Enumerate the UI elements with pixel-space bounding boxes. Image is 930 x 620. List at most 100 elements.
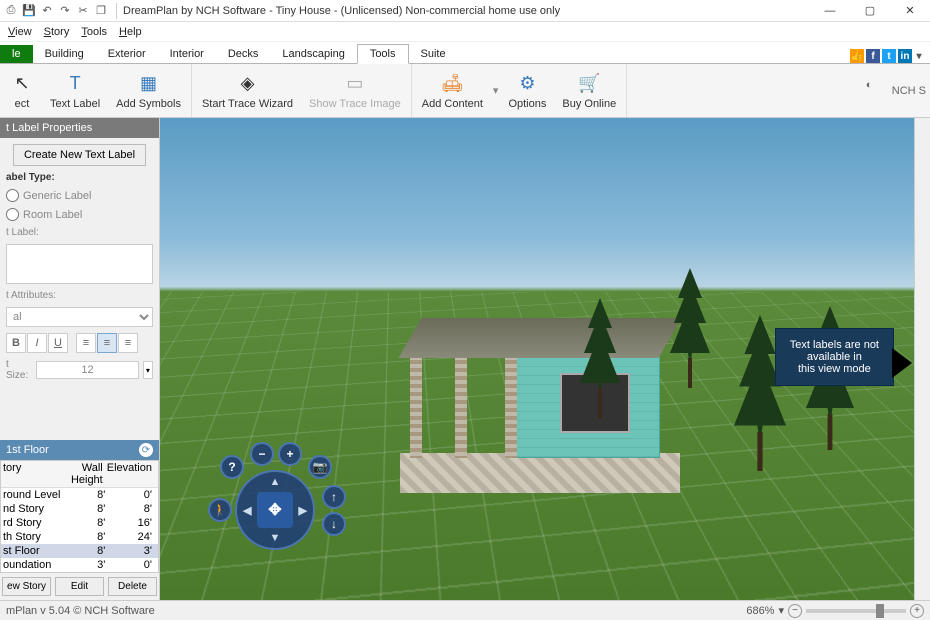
nav-zoom-out-button[interactable]: − (250, 442, 274, 466)
cart-icon: 🛒 (577, 72, 601, 96)
tab-tools[interactable]: Tools (357, 44, 409, 64)
tab-suite[interactable]: Suite (409, 45, 458, 63)
text-label-button[interactable]: TText Label (42, 64, 108, 117)
add-content-icon: 🛋 (440, 72, 464, 96)
add-symbols-button[interactable]: ▦Add Symbols (108, 64, 189, 117)
zoom-slider[interactable] (806, 609, 906, 613)
view-mode-tooltip: Text labels are not available in this vi… (775, 328, 894, 386)
print-icon[interactable]: ⎙ (4, 4, 18, 18)
table-row[interactable]: st Floor8'3' (1, 544, 158, 558)
like-icon[interactable]: 👍 (850, 49, 864, 63)
nch-icon: ◐ (866, 79, 890, 103)
zoom-dropdown-icon[interactable]: ▾ (778, 604, 784, 617)
underline-button[interactable]: U (48, 333, 68, 353)
trace-wizard-icon: ◈ (236, 72, 260, 96)
tab-file[interactable]: le (0, 45, 33, 63)
zoom-out-button[interactable]: − (788, 604, 802, 618)
options-button[interactable]: ⚙Options (500, 64, 554, 117)
col-elev: Elevation (107, 462, 156, 486)
save-icon[interactable]: 💾 (22, 4, 36, 18)
cursor-icon: ↖ (10, 72, 34, 96)
tooltip-arrow-icon (892, 348, 912, 378)
ribbon-toolbar: ↖ect TText Label ▦Add Symbols ◈Start Tra… (0, 64, 930, 118)
tab-building[interactable]: Building (33, 45, 96, 63)
col-story: tory (3, 462, 61, 486)
tab-decks[interactable]: Decks (216, 45, 271, 63)
table-row[interactable]: rd Story8'16' (1, 516, 158, 530)
sync-icon[interactable]: ⟳ (139, 443, 153, 457)
table-row[interactable]: nd Story8'8' (1, 502, 158, 516)
attributes-heading: t Attributes: (6, 290, 153, 301)
buy-online-button[interactable]: 🛒Buy Online (554, 64, 624, 117)
redo-icon[interactable]: ↷ (58, 4, 72, 18)
label-text-input[interactable] (6, 244, 153, 284)
tab-landscaping[interactable]: Landscaping (270, 45, 356, 63)
align-left-button[interactable]: ≡ (76, 333, 96, 353)
options-icon: ⚙ (515, 72, 539, 96)
zoom-in-button[interactable]: + (910, 604, 924, 618)
dropdown-icon[interactable]: ▾ (491, 84, 501, 97)
tree-model (670, 268, 710, 388)
nav-up-button[interactable]: ↑ (322, 485, 346, 509)
add-content-button[interactable]: 🛋Add Content (414, 64, 491, 117)
minimize-button[interactable]: — (810, 0, 850, 22)
divider (116, 3, 117, 19)
nav-down-button[interactable]: ↓ (322, 512, 346, 536)
align-right-button[interactable]: ≡ (118, 333, 138, 353)
delete-story-button[interactable]: Delete (108, 577, 157, 596)
select-button[interactable]: ↖ect (2, 64, 42, 117)
linkedin-icon[interactable]: in (898, 49, 912, 63)
nav-zoom-in-button[interactable]: + (278, 442, 302, 466)
generic-label-radio[interactable] (6, 189, 19, 202)
start-trace-button[interactable]: ◈Start Trace Wizard (194, 64, 301, 117)
window-title: DreamPlan by NCH Software - Tiny House -… (121, 5, 810, 17)
room-label-text: Room Label (23, 209, 82, 221)
create-new-label-button[interactable]: Create New Text Label (13, 144, 146, 166)
status-bar: mPlan v 5.04 © NCH Software 686% ▾ − + (0, 600, 930, 620)
new-story-button[interactable]: ew Story (2, 577, 51, 596)
nav-walk-button[interactable]: 🚶 (208, 498, 232, 522)
table-row[interactable]: round Level8'0' (1, 488, 158, 502)
undo-icon[interactable]: ↶ (40, 4, 54, 18)
tab-interior[interactable]: Interior (158, 45, 216, 63)
generic-label-text: Generic Label (23, 190, 92, 202)
nav-pan-control[interactable]: ▲ ▼ ◀ ▶ ✥ (235, 470, 315, 550)
copy-icon[interactable]: ❐ (94, 4, 108, 18)
story-panel-header[interactable]: 1st Floor ⟳ (0, 440, 159, 460)
table-row[interactable]: th Story8'24' (1, 530, 158, 544)
menu-view[interactable]: View (8, 26, 32, 38)
close-button[interactable]: ✕ (890, 0, 930, 22)
font-size-label: t Size: (6, 359, 28, 381)
social-dropdown-icon[interactable]: ▾ (914, 49, 924, 63)
show-trace-button[interactable]: ▭Show Trace Image (301, 64, 409, 117)
facebook-icon[interactable]: f (866, 49, 880, 63)
menu-story[interactable]: Story (44, 26, 70, 38)
nav-help-button[interactable]: ? (220, 455, 244, 479)
ribbon-tabs: le Building Exterior Interior Decks Land… (0, 42, 930, 64)
font-size-input[interactable] (36, 361, 139, 379)
label-text-heading: t Label: (6, 227, 153, 238)
table-row[interactable]: oundation3'0' (1, 558, 158, 572)
nav-camera-button[interactable]: 📷 (308, 455, 332, 479)
vertical-ruler[interactable] (914, 118, 930, 600)
bold-button[interactable]: B (6, 333, 26, 353)
edit-story-button[interactable]: Edit (55, 577, 104, 596)
version-label: mPlan v 5.04 © NCH Software (6, 605, 155, 617)
font-size-spinner[interactable]: ▾ (143, 361, 153, 379)
3d-viewport[interactable]: Text labels are not available in this vi… (160, 118, 914, 600)
panel-header: t Label Properties (0, 118, 159, 138)
menu-tools[interactable]: Tools (81, 26, 107, 38)
room-label-radio[interactable] (6, 208, 19, 221)
menu-help[interactable]: Help (119, 26, 142, 38)
align-center-button[interactable]: ≡ (97, 333, 117, 353)
nch-suite-button[interactable]: ◐ NCH S (866, 79, 930, 103)
menu-bar: View Story Tools Help (0, 22, 930, 42)
twitter-icon[interactable]: t (882, 49, 896, 63)
italic-button[interactable]: I (27, 333, 47, 353)
maximize-button[interactable]: ▢ (850, 0, 890, 22)
tab-exterior[interactable]: Exterior (96, 45, 158, 63)
font-family-select[interactable]: al (6, 307, 153, 327)
text-label-icon: T (63, 72, 87, 96)
cut-icon[interactable]: ✂ (76, 4, 90, 18)
tree-model (580, 298, 620, 418)
